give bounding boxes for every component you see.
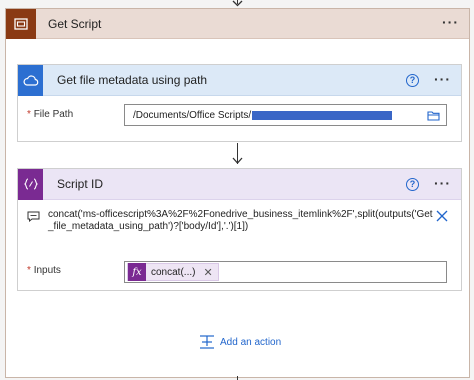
concat-token[interactable]: fx concat(...) ✕	[127, 263, 219, 281]
metadata-card: Get file metadata using path ? ··· * Fil…	[17, 64, 462, 142]
script-id-more-icon[interactable]: ···	[434, 175, 451, 191]
fx-icon: fx	[128, 263, 146, 281]
add-action-icon	[200, 335, 214, 349]
token-remove-icon[interactable]: ✕	[203, 266, 217, 279]
script-id-help-icon[interactable]: ?	[406, 178, 419, 191]
add-action-label: Add an action	[220, 336, 282, 348]
metadata-help-icon[interactable]: ?	[406, 74, 419, 87]
inputs-field[interactable]: fx concat(...) ✕	[124, 261, 447, 283]
comment-icon[interactable]	[27, 211, 40, 222]
onedrive-cloud-icon	[18, 64, 43, 96]
scope-icon	[6, 8, 36, 39]
file-path-label-text: File Path	[33, 109, 74, 120]
expression-text: concat('ms-officescript%3A%2F%2Fonedrive…	[48, 209, 433, 232]
file-path-label: * File Path	[27, 109, 73, 120]
scope-header[interactable]: Get Script	[6, 8, 469, 39]
get-script-scope: Get Script ··· Get file metadata using p…	[5, 8, 470, 378]
metadata-card-header[interactable]: Get file metadata using path ? ···	[18, 64, 461, 96]
connector-middle-arrow	[232, 157, 243, 164]
scope-more-icon[interactable]: ···	[442, 14, 459, 30]
metadata-more-icon[interactable]: ···	[434, 71, 451, 87]
connector-bottom	[237, 376, 238, 380]
script-id-card-title: Script ID	[57, 177, 104, 191]
metadata-card-title: Get file metadata using path	[57, 73, 208, 87]
folder-icon[interactable]	[427, 110, 440, 121]
connector-top-arrow	[232, 0, 243, 7]
inputs-label: * Inputs	[27, 265, 61, 276]
script-id-card: Script ID ? ··· concat('ms-officescript%…	[17, 168, 462, 291]
close-icon[interactable]	[436, 210, 448, 222]
data-operation-icon	[18, 168, 43, 200]
script-id-card-header[interactable]: Script ID ? ···	[18, 168, 461, 200]
inputs-required-mark: *	[27, 265, 31, 276]
file-path-required-mark: *	[27, 109, 31, 120]
add-action-button[interactable]: Add an action	[199, 335, 281, 349]
file-path-input[interactable]: /Documents/Office Scripts/	[124, 104, 447, 126]
inputs-label-text: Inputs	[33, 265, 61, 276]
scope-title: Get Script	[48, 16, 102, 31]
file-path-value: /Documents/Office Scripts/	[133, 109, 252, 121]
redacted-path-segment	[252, 110, 393, 120]
concat-token-label: concat(...)	[151, 266, 196, 278]
